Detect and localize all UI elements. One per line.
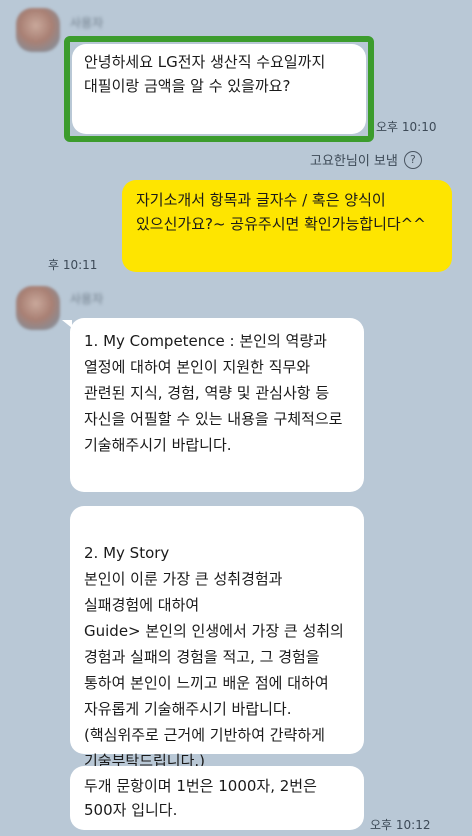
message-text: 1. My Competence : 본인의 역량과 열정에 대하여 본인이 지… <box>84 332 343 454</box>
message-time: 오후 10:12 <box>370 818 431 832</box>
message-bubble-incoming[interactable]: 안녕하세요 LG전자 생산직 수요일까지 대필이랑 금액을 알 수 있을까요? <box>72 44 366 134</box>
message-text: 2. My Story 본인이 이룬 가장 큰 성취경험과 실패경험에 대하여 … <box>84 544 344 770</box>
message-bubble-incoming[interactable]: 두개 문항이며 1번은 1000자, 2번은 500자 입니다. <box>70 766 364 830</box>
message-bubble-outgoing[interactable]: 자기소개서 항목과 글자수 / 혹은 양식이 있으신가요?~ 공유주시면 확인가… <box>122 180 452 272</box>
sent-by-label: 고요한님이 보냄 <box>310 154 398 169</box>
message-text: 자기소개서 항목과 글자수 / 혹은 양식이 있으신가요?~ 공유주시면 확인가… <box>136 191 426 233</box>
sender-name: 사용자 <box>70 16 104 30</box>
sender-avatar[interactable] <box>16 8 60 52</box>
message-time: 오후 10:10 <box>376 120 437 134</box>
message-time: 후 10:11 <box>48 258 98 272</box>
sender-name: 사용자 <box>70 292 104 306</box>
message-bubble-incoming[interactable]: 1. My Competence : 본인의 역량과 열정에 대하여 본인이 지… <box>70 318 364 492</box>
help-icon[interactable]: ? <box>403 150 422 169</box>
message-bubble-incoming[interactable]: 2. My Story 본인이 이룬 가장 큰 성취경험과 실패경험에 대하여 … <box>70 506 364 770</box>
message-text: 안녕하세요 LG전자 생산직 수요일까지 대필이랑 금액을 알 수 있을까요? <box>84 53 326 95</box>
sender-avatar[interactable] <box>16 286 60 330</box>
sent-by-notice: 고요한님이 보냄 ? <box>310 150 422 169</box>
message-text: 두개 문항이며 1번은 1000자, 2번은 500자 입니다. <box>84 777 317 819</box>
